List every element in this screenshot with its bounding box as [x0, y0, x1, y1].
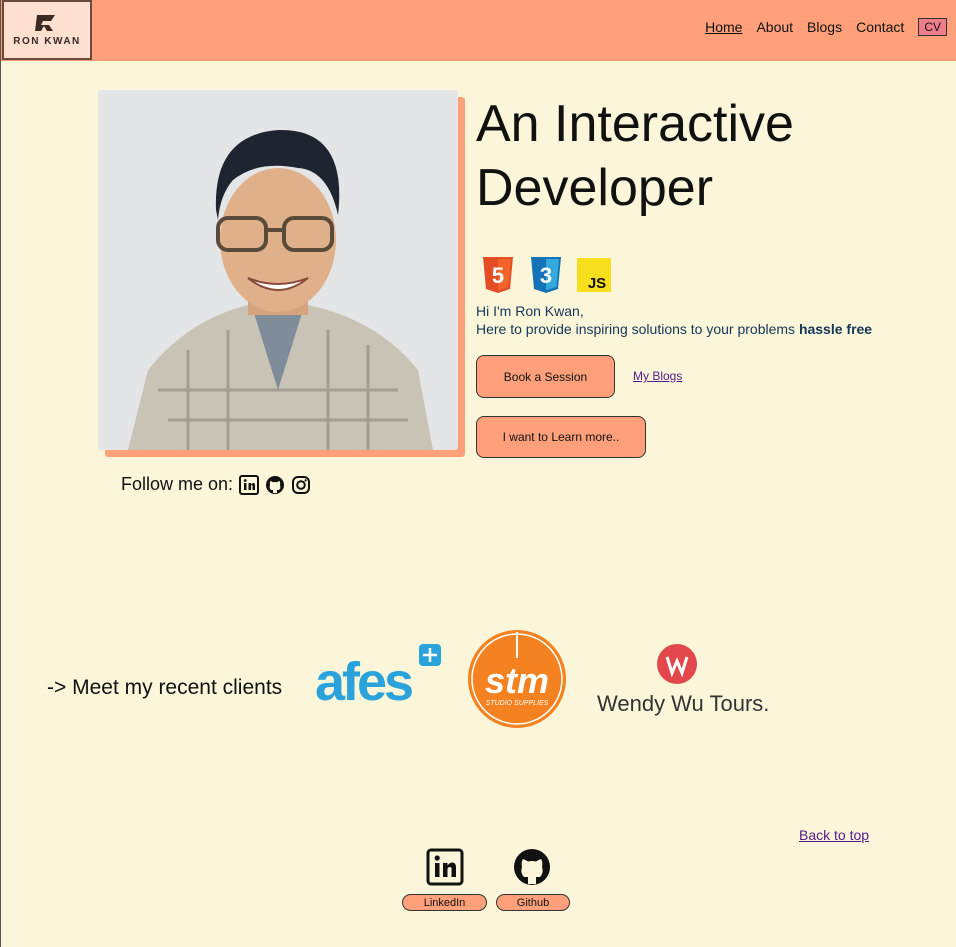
intro-line-1: Hi I'm Ron Kwan,: [476, 303, 584, 319]
main-nav: Home About Blogs Contact CV: [705, 18, 947, 36]
cv-button[interactable]: CV: [918, 18, 947, 36]
logo-text: RON KWAN: [13, 36, 81, 47]
js-label: JS: [588, 275, 606, 292]
intro-text: Hi I'm Ron Kwan, Here to provide inspiri…: [476, 302, 872, 338]
footer-github-icon[interactable]: [513, 848, 551, 886]
follow-me: Follow me on:: [121, 474, 311, 495]
headline-line-1: An Interactive: [476, 95, 794, 153]
intro-line-2: Here to provide inspiring solutions to y…: [476, 320, 872, 338]
nav-blogs[interactable]: Blogs: [807, 19, 842, 35]
stm-logo: stm STUDIO SUPPLIES: [468, 630, 566, 728]
profile-portrait-image: [98, 90, 458, 450]
footer-linkedin-button[interactable]: LinkedIn: [402, 894, 487, 911]
afes-logo: afes: [315, 644, 441, 708]
logo-r-icon: [35, 15, 55, 31]
headline-line-2: Developer: [476, 159, 714, 217]
instagram-icon[interactable]: [291, 475, 311, 495]
css3-label: 3: [540, 263, 552, 288]
afes-logo-text: afes: [315, 652, 412, 708]
nav-home[interactable]: Home: [705, 19, 742, 35]
nav-contact[interactable]: Contact: [856, 19, 904, 35]
my-blogs-link[interactable]: My Blogs: [633, 369, 682, 383]
intro-bold: hassle free: [798, 321, 873, 337]
follow-label: Follow me on:: [121, 474, 234, 494]
wendy-wu-logo-text: Wendy Wu Tours.: [597, 691, 769, 716]
nav-about[interactable]: About: [756, 19, 793, 35]
css3-icon: 3: [531, 257, 561, 293]
learn-more-button[interactable]: I want to Learn more..: [476, 416, 646, 458]
hero-headline: An Interactive Developer: [476, 92, 936, 220]
book-session-button[interactable]: Book a Session: [476, 355, 615, 398]
linkedin-icon[interactable]: [239, 474, 260, 495]
github-icon[interactable]: [265, 475, 285, 495]
footer-linkedin-icon[interactable]: [426, 848, 464, 886]
html5-icon: 5: [483, 257, 513, 293]
profile-photo: [98, 90, 458, 450]
site-header: RON KWAN Home About Blogs Contact CV: [1, 0, 956, 61]
html5-label: 5: [492, 263, 504, 288]
footer-github-button[interactable]: Github: [496, 894, 570, 911]
stm-logo-text: stm: [485, 660, 549, 701]
intro-line-2-text: Here to provide inspiring solutions to y…: [476, 321, 799, 337]
back-to-top-link[interactable]: Back to top: [799, 827, 869, 843]
clients-title: -> Meet my recent clients: [47, 676, 283, 699]
stm-logo-subtext: STUDIO SUPPLIES: [486, 700, 549, 707]
wendy-wu-logo: Wendy Wu Tours.: [597, 644, 769, 716]
javascript-icon: JS: [577, 258, 611, 292]
site-logo[interactable]: RON KWAN: [2, 0, 92, 60]
tech-icons: 5 3 JS: [481, 256, 611, 294]
